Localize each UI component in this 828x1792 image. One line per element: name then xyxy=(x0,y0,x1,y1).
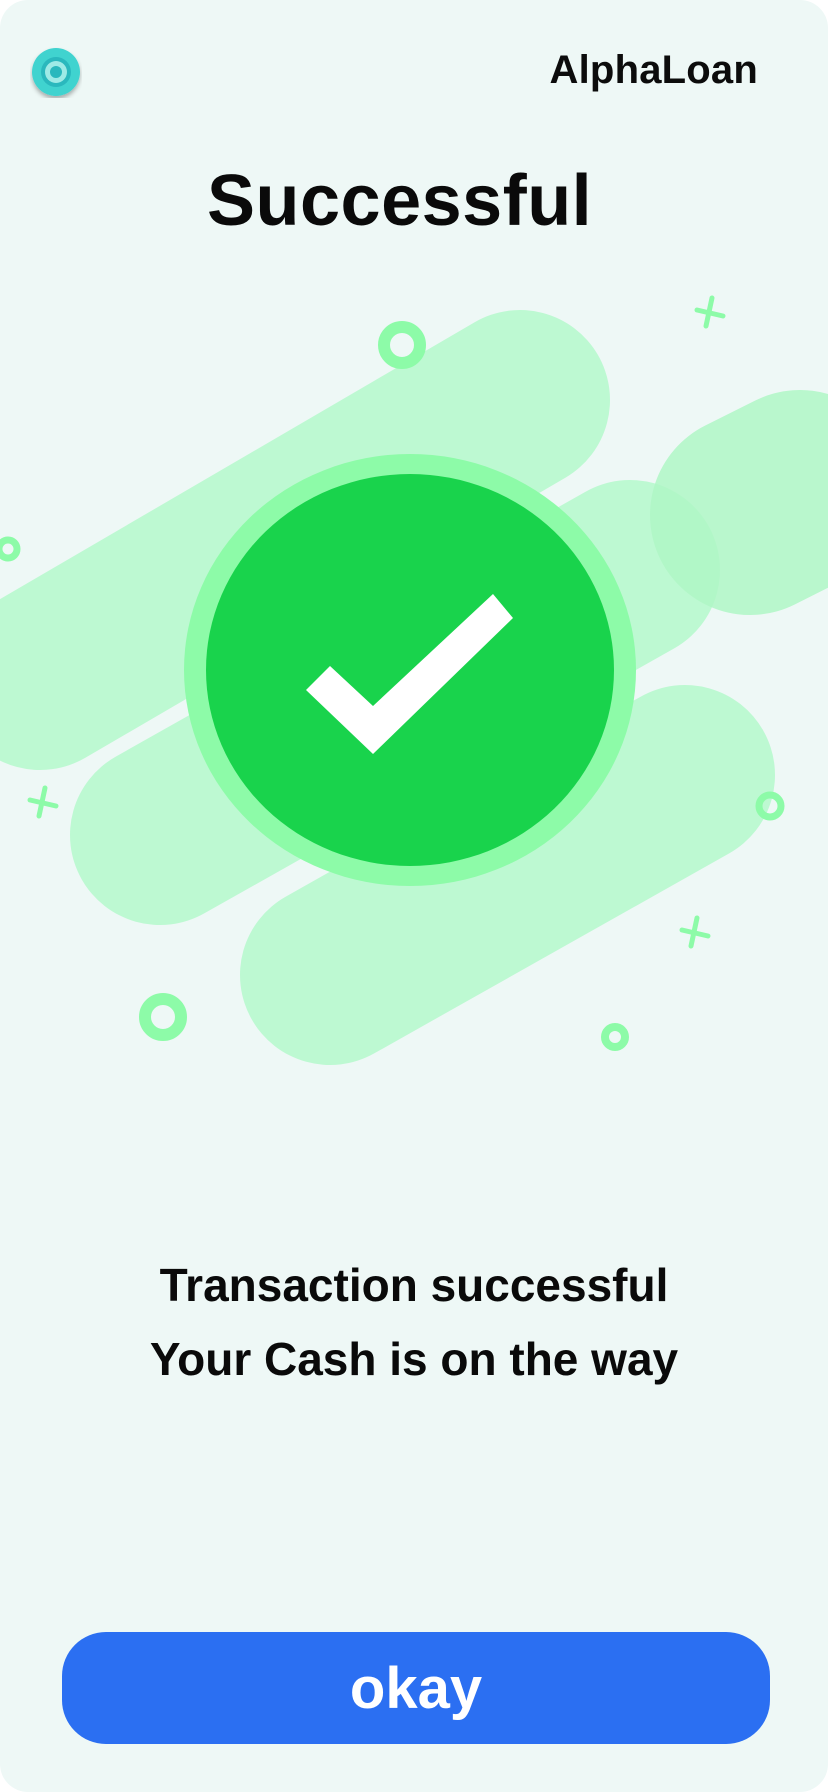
success-screen: AlphaLoan Successful Transaction success… xyxy=(0,0,828,1792)
message-line-1: Transaction successful xyxy=(159,1259,669,1311)
okay-button[interactable]: okay xyxy=(62,1632,770,1744)
confirmation-message: Transaction successful Your Cash is on t… xyxy=(0,1248,828,1396)
message-line-2: Your Cash is on the way xyxy=(149,1333,679,1385)
target-icon[interactable] xyxy=(30,46,82,98)
brand-name: AlphaLoan xyxy=(549,48,758,92)
page-title: Successful xyxy=(207,161,593,241)
check-circle-icon xyxy=(184,454,636,886)
success-illustration xyxy=(0,280,828,1080)
